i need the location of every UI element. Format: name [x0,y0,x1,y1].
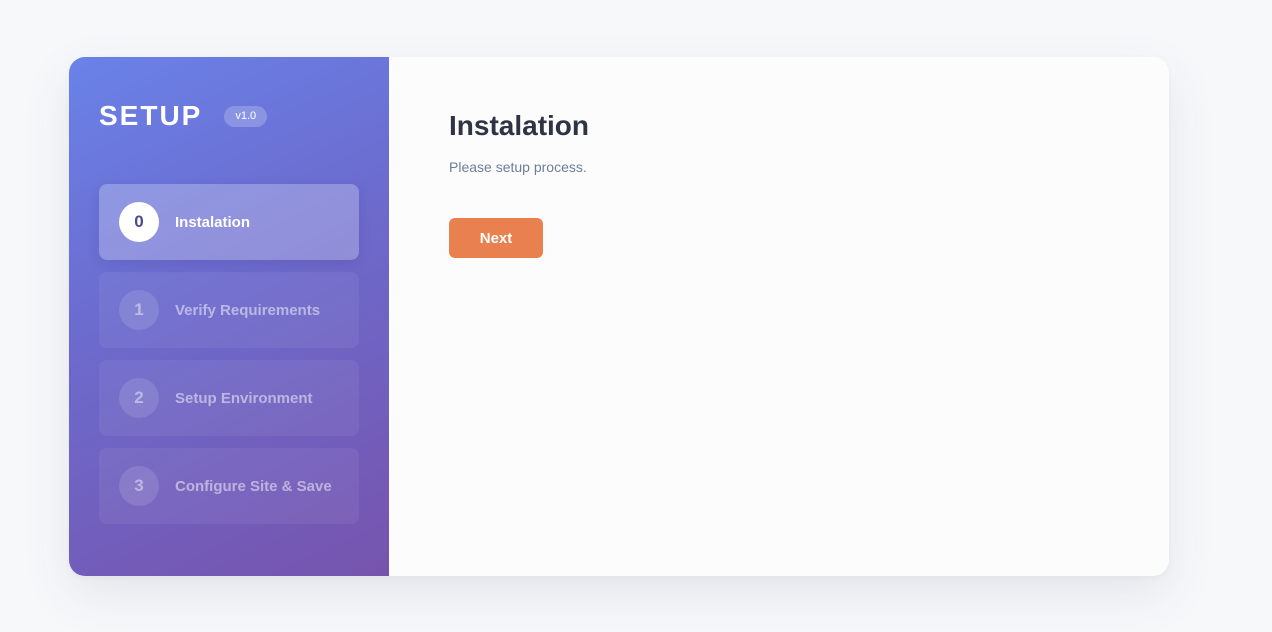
brand-title: SETUP [99,100,203,131]
step-configure-site[interactable]: 3 Configure Site & Save [99,448,359,524]
next-button[interactable]: Next [449,218,543,258]
step-label: Instalation [175,213,251,231]
page-subtitle: Please setup process. [449,159,587,175]
page-title: Instalation [449,110,590,141]
step-number: 2 [119,378,159,418]
step-number: 0 [119,202,159,242]
step-number: 3 [119,466,159,506]
setup-card: SETUP v1.0 0 Instalation 1 Verify Requir… [69,57,1169,576]
step-label: Verify Requirements [175,301,321,319]
step-verify-requirements[interactable]: 1 Verify Requirements [99,272,359,348]
step-label: Configure Site & Save [175,477,332,495]
version-badge: v1.0 [224,105,268,127]
sidebar: SETUP v1.0 0 Instalation 1 Verify Requir… [69,57,389,576]
brand: SETUP v1.0 [99,100,268,132]
step-setup-environment[interactable]: 2 Setup Environment [99,360,359,436]
step-installation[interactable]: 0 Instalation [99,184,359,260]
step-label: Setup Environment [175,389,313,407]
steps-list: 0 Instalation 1 Verify Requirements 2 Se… [99,184,359,536]
step-number: 1 [119,290,159,330]
main-content: Instalation Please setup process. Next [389,57,1169,576]
